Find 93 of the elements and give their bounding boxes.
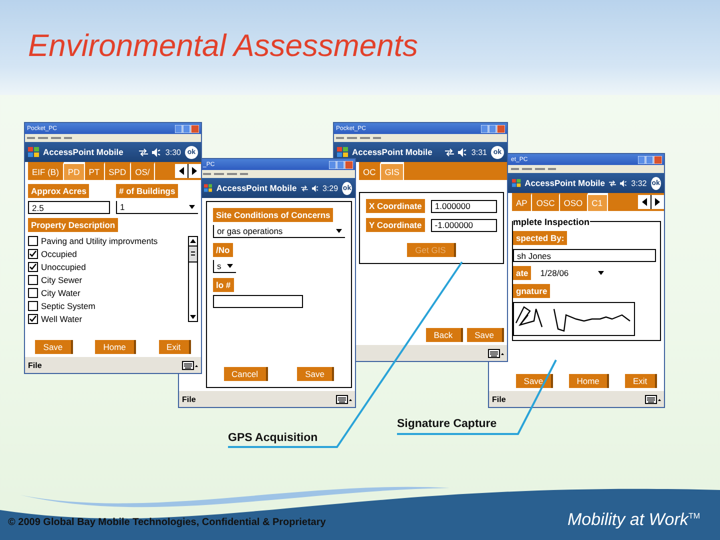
input-field[interactable]: 1.000000	[430, 200, 497, 212]
keyboard-icon[interactable]	[645, 394, 661, 404]
slide-title: Environmental Assessments	[28, 28, 418, 64]
field-label: Site Conditions of Concerns	[213, 208, 334, 222]
field-label: /No	[213, 243, 233, 257]
dropdown-field[interactable]: 1	[116, 201, 198, 214]
windows-flag-icon	[28, 147, 39, 157]
callout-label: GPS Acquisition	[228, 432, 318, 444]
dropdown-arrow-icon	[336, 229, 342, 233]
field-label: # of Buildings	[116, 184, 178, 198]
field-label: Y Coordinate	[366, 218, 425, 232]
input-field[interactable]: sh Jones	[513, 249, 656, 262]
form-button[interactable]: Back	[426, 328, 463, 342]
window-buttons-icon[interactable]	[175, 124, 199, 132]
dropdown-field[interactable]: s	[213, 260, 236, 273]
checkbox-label: Septic System	[41, 301, 96, 311]
windows-flag-icon	[512, 178, 521, 188]
checkbox[interactable]	[28, 249, 38, 259]
clock-time: 3:31	[471, 148, 487, 156]
checkbox[interactable]	[28, 301, 38, 311]
tab[interactable]: PT	[84, 162, 105, 180]
checkbox-label: City Sewer	[41, 275, 82, 285]
form-button[interactable]: Exit	[158, 340, 191, 354]
checkbox[interactable]	[28, 236, 38, 246]
app-name: AccessPoint Mobile	[216, 183, 297, 193]
speaker-icon	[312, 184, 318, 192]
keyboard-icon[interactable]	[488, 348, 504, 358]
checkbox[interactable]	[28, 288, 38, 298]
input-field[interactable]: 2.5	[28, 201, 110, 214]
form-button[interactable]: Save	[297, 367, 334, 381]
input-field[interactable]	[213, 295, 303, 308]
clock-time: 3:30	[165, 148, 181, 156]
form-button[interactable]: Home	[95, 340, 136, 354]
field-label: gnature	[513, 284, 550, 298]
field-label: ate	[513, 266, 532, 280]
keyboard-icon[interactable]	[182, 360, 198, 370]
window-buttons-icon[interactable]	[329, 160, 353, 168]
field-label: lo #	[213, 278, 234, 292]
group-title: mplete Inspection	[513, 217, 590, 227]
keyboard-icon[interactable]	[336, 394, 352, 404]
file-menu[interactable]: File	[492, 394, 506, 404]
checkbox[interactable]	[28, 314, 38, 324]
form-button[interactable]: Save	[466, 328, 504, 342]
tab-scroll-arrows-icon[interactable]	[638, 195, 664, 209]
checkbox-label: Unoccupied	[41, 262, 86, 272]
date-field[interactable]: 1/28/06	[537, 266, 608, 280]
app-name: AccessPoint Mobile	[524, 178, 605, 188]
windows-flag-icon	[204, 183, 212, 193]
checkbox[interactable]	[28, 275, 38, 285]
callout-label: Signature Capture	[397, 418, 497, 430]
connectivity-icon	[608, 178, 616, 188]
field-label: Approx Acres	[28, 184, 90, 198]
tab[interactable]: C1	[588, 193, 608, 211]
dropdown-field[interactable]: or gas operations	[213, 225, 345, 238]
tab[interactable]: SPD	[104, 162, 132, 180]
windows-flag-icon	[337, 147, 348, 157]
scrollbar[interactable]	[188, 236, 198, 322]
window-buttons-icon[interactable]	[638, 156, 662, 164]
field-label: spected By:	[513, 231, 568, 245]
dropdown-arrow-icon	[598, 271, 604, 275]
speaker-icon	[458, 148, 468, 156]
file-menu[interactable]: File	[28, 360, 42, 370]
speaker-icon	[152, 148, 162, 156]
copyright-text: © 2009 Global Bay Mobile Technologies, Confidential & Proprietary	[8, 517, 326, 528]
form-button[interactable]: Home	[568, 374, 610, 388]
connectivity-icon	[300, 184, 308, 192]
tab-scroll-arrows-icon[interactable]	[175, 164, 201, 178]
input-field[interactable]: -1.000000	[430, 218, 497, 232]
checkbox-label: City Water	[41, 288, 80, 298]
clock-time: 3:32	[631, 178, 647, 188]
tab[interactable]: PD	[64, 162, 85, 180]
connectivity-icon	[445, 148, 454, 156]
checkbox[interactable]	[28, 262, 38, 272]
window-buttons-icon[interactable]	[481, 124, 505, 132]
tagline: Mobility at Work$^{TM}$	[568, 510, 700, 530]
form-button[interactable]: Save	[516, 374, 554, 388]
app-name: AccessPoint Mobile	[352, 147, 434, 157]
speaker-icon	[620, 178, 628, 188]
form-button[interactable]: Cancel	[224, 367, 268, 381]
checkbox-label: Paving and Utility improvments	[41, 236, 158, 246]
checkbox-label: Well Water	[41, 314, 82, 324]
connectivity-icon	[139, 148, 148, 156]
file-menu[interactable]: File	[182, 394, 196, 404]
app-name: AccessPoint Mobile	[43, 147, 124, 157]
section-label: Property Description	[28, 218, 118, 232]
form-button[interactable]: Save	[35, 340, 73, 354]
clock-time: 3:29	[322, 184, 338, 192]
tab[interactable]: GIS	[380, 162, 404, 180]
dropdown-arrow-icon	[189, 205, 195, 209]
checkbox-label: Occupied	[41, 249, 77, 259]
field-label: X Coordinate	[366, 199, 425, 213]
dropdown-arrow-icon	[227, 264, 234, 268]
form-button[interactable]: Exit	[625, 374, 658, 388]
